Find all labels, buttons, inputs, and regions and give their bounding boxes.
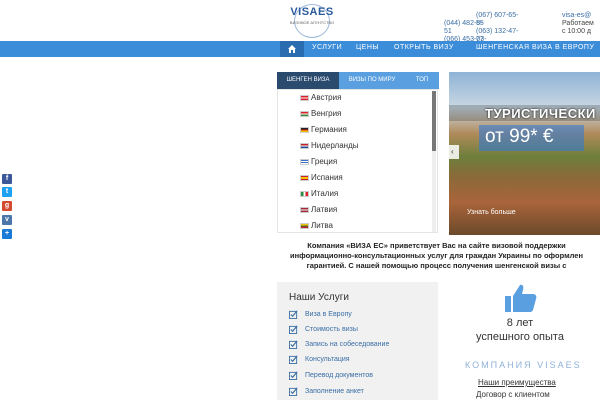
visa-tabs: ШЕНГЕН ВИЗА ВИЗЫ ПО МИРУ ТОП: [277, 72, 439, 89]
slider-prev-button[interactable]: ‹: [449, 145, 459, 159]
promo-slider[interactable]: ТУРИСТИЧЕСКИ от 99* € ‹ Узнать больше: [449, 72, 600, 235]
logo[interactable]: VISAES ВИЗОВОЕ АГЕНТСТВО: [284, 4, 340, 38]
hours-line-2: с 10:00 д: [562, 28, 591, 35]
service-link[interactable]: Перевод документов: [289, 370, 434, 384]
italy-flag-icon: [300, 191, 309, 197]
share-icon[interactable]: +: [2, 229, 12, 239]
hungary-flag-icon: [300, 111, 309, 117]
phone-3[interactable]: (067) 607-65-55: [476, 12, 526, 28]
country-name: Италия: [311, 189, 339, 198]
country-name: Нидерланды: [311, 141, 359, 150]
slider-title: ТУРИСТИЧЕСКИ: [485, 106, 596, 121]
services-panel: Наши Услуги Виза в Европу Стоимость визы…: [277, 282, 438, 400]
company-heading: КОМПАНИЯ VISAES: [465, 360, 582, 370]
nav-home-button[interactable]: [280, 41, 304, 57]
slider-price: от 99* €: [485, 126, 554, 147]
checkbox-checked-icon: [289, 325, 298, 334]
years-count: 8 лет: [506, 317, 534, 329]
austria-flag-icon: [300, 95, 309, 101]
tab-world-visas[interactable]: ВИЗЫ ПО МИРУ: [339, 72, 405, 89]
service-label: Перевод документов: [305, 372, 373, 379]
lithuania-flag-icon: [300, 223, 309, 229]
slider-more-link[interactable]: Узнать больше: [467, 209, 516, 216]
country-item[interactable]: Германия: [278, 122, 434, 139]
service-link[interactable]: Виза в Европу: [289, 309, 434, 323]
country-item[interactable]: Италия: [278, 186, 434, 203]
chevron-left-icon: ‹: [451, 147, 454, 156]
country-name: Германия: [311, 125, 347, 134]
logo-subtitle: ВИЗОВОЕ АГЕНТСТВО: [289, 20, 335, 25]
email-link[interactable]: visa-es@: [562, 12, 600, 20]
checkbox-checked-icon: [289, 355, 298, 364]
country-name: Греция: [311, 157, 338, 166]
checkbox-checked-icon: [289, 340, 298, 349]
advantages-link[interactable]: Наши преимущества: [478, 378, 556, 387]
logo-title: VISAES: [290, 6, 334, 18]
germany-flag-icon: [300, 127, 309, 133]
country-list-scrollbar[interactable]: [432, 91, 436, 232]
home-icon: [288, 45, 296, 53]
service-label: Заполнение анкет: [305, 388, 364, 395]
tab-top[interactable]: ТОП: [405, 72, 439, 89]
nav-prices[interactable]: ЦЕНЫ: [356, 44, 379, 51]
experience-stat: 8 лет успешного опыта: [470, 316, 570, 344]
checkbox-checked-icon: [289, 310, 298, 319]
services-title: Наши Услуги: [289, 292, 349, 303]
nav-open-visa[interactable]: ОТКРЫТЬ ВИЗУ: [394, 44, 454, 51]
nav-services[interactable]: УСЛУГИ: [312, 44, 342, 51]
hours-line-1: Работаем: [562, 20, 594, 27]
country-name: Литва: [311, 221, 333, 230]
country-list: Австрия Венгрия Германия Нидерланды Грец…: [277, 89, 438, 233]
service-link[interactable]: Заполнение анкет: [289, 386, 434, 400]
country-item[interactable]: Австрия: [278, 90, 434, 107]
spain-flag-icon: [300, 175, 309, 181]
tab-schengen[interactable]: ШЕНГЕН ВИЗА: [277, 72, 339, 89]
intro-line-2: информационно-консультационных услуг для…: [290, 251, 583, 260]
country-name: Австрия: [311, 93, 342, 102]
service-link[interactable]: Стоимость визы: [289, 324, 434, 338]
service-label: Запись на собеседование: [305, 341, 390, 348]
country-item[interactable]: Греция: [278, 154, 434, 171]
intro-line-1: Компания «ВИЗА ЕС» приветствует Вас на с…: [307, 241, 566, 250]
checkbox-checked-icon: [289, 371, 298, 380]
twitter-icon[interactable]: t: [2, 187, 12, 197]
service-label: Виза в Европу: [305, 311, 352, 318]
contract-link[interactable]: Договор с клиентом: [476, 390, 550, 399]
country-item[interactable]: Венгрия: [278, 106, 434, 123]
checkbox-checked-icon: [289, 387, 298, 396]
google-plus-icon[interactable]: g: [2, 201, 12, 211]
scrollbar-thumb[interactable]: [432, 91, 436, 151]
country-item[interactable]: Литва: [278, 218, 434, 232]
facebook-icon[interactable]: f: [2, 174, 12, 184]
intro-line-3: гарантией. С нашей помощью процесс получ…: [306, 261, 567, 270]
country-name: Венгрия: [311, 109, 342, 118]
country-item[interactable]: Испания: [278, 170, 434, 187]
country-name: Латвия: [311, 205, 338, 214]
country-item[interactable]: Латвия: [278, 202, 434, 219]
nav-schengen-europe[interactable]: ШЕНГЕНСКАЯ ВИЗА В ЕВРОПУ: [476, 44, 594, 51]
country-item[interactable]: Нидерланды: [278, 138, 434, 155]
service-link[interactable]: Консультация: [289, 354, 434, 368]
service-label: Стоимость визы: [305, 326, 358, 333]
latvia-flag-icon: [300, 207, 309, 213]
netherlands-flag-icon: [300, 143, 309, 149]
service-link[interactable]: Запись на собеседование: [289, 339, 434, 353]
greece-flag-icon: [300, 159, 309, 165]
country-name: Испания: [311, 173, 343, 182]
vk-icon[interactable]: v: [2, 215, 12, 225]
contact-phones-right: (067) 607-65-55 (063) 132-47-77: [476, 12, 526, 44]
thumbs-up-icon: [505, 284, 537, 312]
years-label: успешного опыта: [476, 331, 564, 343]
contact-email-hours: visa-es@ Работаем с 10:00 д: [562, 12, 600, 36]
main-nav: УСЛУГИ ЦЕНЫ ОТКРЫТЬ ВИЗУ ШЕНГЕНСКАЯ ВИЗА…: [0, 41, 600, 57]
service-label: Консультация: [305, 356, 350, 363]
intro-text: Компания «ВИЗА ЕС» приветствует Вас на с…: [273, 241, 600, 271]
